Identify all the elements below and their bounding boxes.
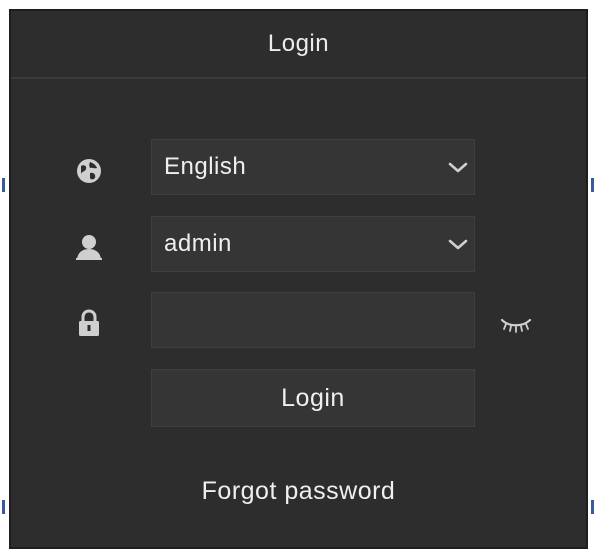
chevron-down-icon <box>446 156 470 180</box>
globe-icon <box>73 155 105 187</box>
login-button[interactable]: Login <box>151 369 475 427</box>
username-select-value: admin <box>164 230 232 257</box>
edge-accent-left <box>2 178 5 192</box>
edge-accent-right-lower <box>591 500 594 514</box>
password-field[interactable] <box>151 292 475 348</box>
username-select[interactable]: admin <box>151 216 475 272</box>
dialog-title-bar: Login <box>11 11 586 79</box>
lock-icon <box>73 307 105 339</box>
chevron-down-icon <box>446 233 470 257</box>
dialog-title: Login <box>267 30 330 57</box>
edge-accent-right <box>591 178 594 192</box>
screen: Login English admin Login Forgot passwor… <box>0 0 597 558</box>
user-icon <box>73 231 105 263</box>
language-select[interactable]: English <box>151 139 475 195</box>
forgot-password-link[interactable]: Forgot password <box>11 477 586 506</box>
eye-closed-icon[interactable] <box>499 313 533 337</box>
password-input[interactable] <box>164 299 458 341</box>
language-select-value: English <box>164 153 247 180</box>
edge-accent-left-lower <box>2 500 5 514</box>
login-dialog: Login English admin Login Forgot passwor… <box>9 9 588 549</box>
